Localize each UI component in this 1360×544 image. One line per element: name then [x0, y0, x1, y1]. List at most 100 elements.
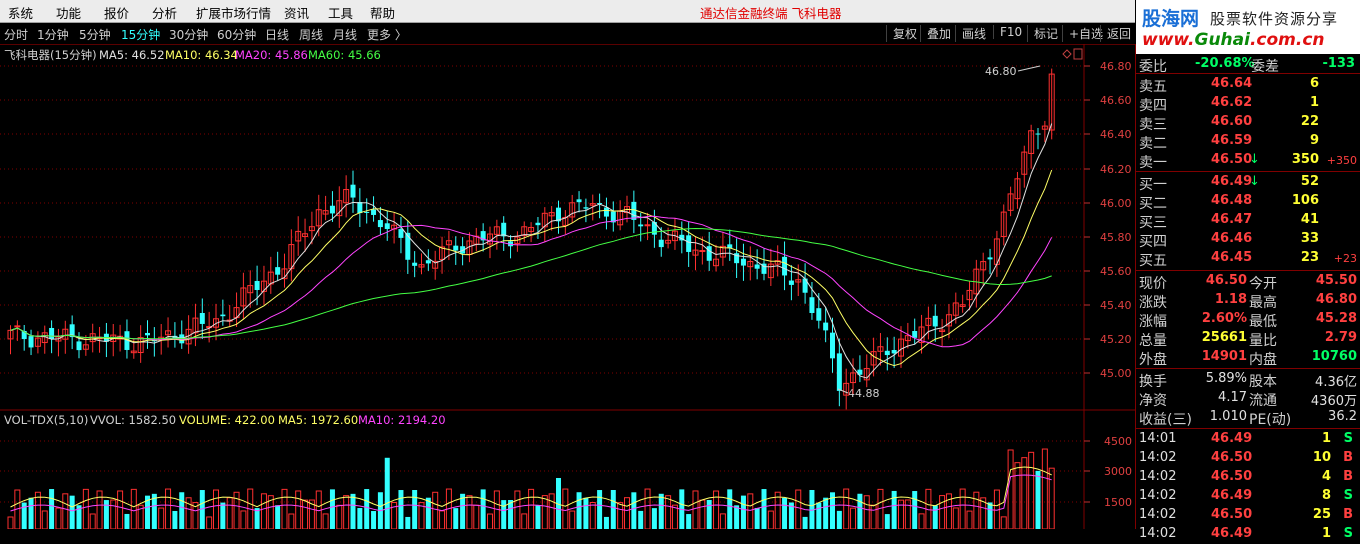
period-tab-1min[interactable]: 1分钟 [37, 26, 69, 43]
menu-system[interactable]: 系统 [8, 3, 33, 22]
stat-label: 股本 [1249, 374, 1277, 390]
price-tick: 45.60 [1100, 265, 1132, 278]
volume-bar [638, 510, 644, 529]
candle-body [788, 280, 794, 285]
separator [1136, 368, 1360, 369]
volume-bar [425, 497, 431, 529]
volume-bar [1000, 516, 1007, 529]
draw-button[interactable]: 画线 [955, 25, 986, 42]
price-tick: 46.80 [1100, 60, 1132, 73]
buy-level-row[interactable]: 买二 46.48 106 [1137, 192, 1359, 212]
volume-bar [528, 488, 535, 529]
sell-level-row[interactable]: 卖二 46.59 9 [1137, 132, 1359, 152]
f10-button[interactable]: F10 [993, 25, 1022, 39]
period-tab-30min[interactable]: 30分钟 [169, 26, 208, 43]
volume-bar [350, 493, 356, 529]
menu-function[interactable]: 功能 [56, 3, 81, 22]
volume-bar [535, 505, 541, 529]
stat-value: 2.79 [1324, 330, 1357, 345]
volume-bar [939, 495, 946, 529]
volume-bar [69, 495, 75, 529]
stat-value: 2.60% [1201, 311, 1247, 326]
menu-help[interactable]: 帮助 [370, 3, 395, 22]
period-tab-15min[interactable]: 15分钟 [121, 26, 160, 43]
volume-bar [220, 502, 226, 529]
menu-quote[interactable]: 报价 [104, 3, 129, 22]
menu-info[interactable]: 资讯 [284, 3, 309, 22]
candle-body [329, 205, 335, 214]
volume-bar [644, 488, 651, 529]
volume-bar [987, 502, 993, 529]
candle-body [816, 308, 822, 321]
sell-level-row[interactable]: 卖三 46.60 22 [1137, 113, 1359, 133]
sell-level-row[interactable]: 卖四 46.62 1 [1137, 94, 1359, 114]
adjust-button[interactable]: 复权 [886, 25, 917, 42]
candle-body [932, 315, 938, 327]
volume-bar [343, 495, 350, 529]
sell-level-volume: 9 [1309, 133, 1319, 148]
menu-tools[interactable]: 工具 [328, 3, 353, 22]
ma5-legend: MA5: 46.52 [99, 48, 165, 62]
menu-extended-market[interactable]: 扩展市场行情 [196, 3, 271, 22]
volume-bar [412, 490, 418, 529]
sell-level-label: 卖四 [1139, 98, 1167, 114]
volume-bar [583, 497, 589, 529]
quote-panel: 委比 -20.68% 委差 -133 卖五 46.64 6 卖四 46.62 1… [1135, 44, 1360, 541]
buy-level-row[interactable]: 买四 46.46 33 [1137, 230, 1359, 250]
buy-level-volume: 41 [1300, 212, 1319, 227]
mark-button[interactable]: 标记 [1027, 25, 1058, 42]
tick-row: 14:02 46.49 1 S [1137, 525, 1359, 544]
volume-axis: 4500 3000 1500 [1104, 435, 1132, 509]
volume-tick: 3000 [1104, 465, 1132, 478]
stat-value: 45.28 [1315, 311, 1357, 326]
buy-level-row[interactable]: 买一 46.49 ↓ 52 [1137, 173, 1359, 193]
stat-label: 内盘 [1249, 352, 1277, 368]
volume-bar [466, 495, 473, 529]
period-tab-weekly[interactable]: 周线 [299, 26, 323, 43]
separator [1136, 428, 1360, 429]
stat-value: 4.36亿 [1315, 375, 1357, 390]
period-tab-more[interactable]: 更多 〉 [367, 26, 407, 43]
add-watchlist-button[interactable]: +自选 [1062, 25, 1103, 42]
candle-body [49, 327, 55, 340]
tick-side: S [1343, 431, 1353, 446]
buy-level-label: 买二 [1139, 196, 1167, 212]
period-tab-60min[interactable]: 60分钟 [217, 26, 256, 43]
volume-bar [706, 499, 712, 529]
buy-level-price: 46.46 [1211, 231, 1253, 246]
price-tick: 45.20 [1100, 333, 1132, 346]
buy-level-row[interactable]: 买三 46.47 41 [1137, 211, 1359, 231]
candle-body [398, 229, 404, 238]
buy-level-row[interactable]: 买五 46.45 23 +23 [1137, 249, 1359, 269]
tick-volume: 4 [1321, 469, 1331, 484]
period-tab-daily[interactable]: 日线 [265, 26, 289, 43]
back-button[interactable]: 返回 [1100, 25, 1131, 42]
candle-body [254, 280, 260, 290]
price-tick: 46.00 [1100, 197, 1132, 210]
sell-level-row[interactable]: 卖五 46.64 6 [1137, 75, 1359, 95]
chart-area[interactable]: 飞科电器(15分钟) MA5: 46.52 MA10: 46.34 MA20: … [0, 44, 1135, 529]
tick-price: 46.50 [1211, 469, 1253, 484]
volume-bar [747, 493, 754, 529]
window-icon [1073, 48, 1083, 60]
stat-value: 36.2 [1328, 409, 1357, 424]
tick-side: B [1343, 507, 1353, 522]
period-tab-5min[interactable]: 5分钟 [79, 26, 111, 43]
down-arrow-icon: ↓ [1249, 174, 1260, 189]
volume-bar [1035, 470, 1041, 529]
tick-side: S [1343, 488, 1353, 503]
volume-bar [548, 493, 555, 529]
kline-chart[interactable]: 飞科电器(15分钟) MA5: 46.52 MA10: 46.34 MA20: … [0, 44, 1135, 529]
menu-analysis[interactable]: 分析 [152, 3, 177, 22]
sell-level-row[interactable]: 卖一 46.50 ↓ 350 +350 [1137, 151, 1359, 171]
stat-value: 45.50 [1315, 273, 1357, 288]
period-tab-monthly[interactable]: 月线 [333, 26, 357, 43]
candle-body [638, 224, 644, 227]
volume-bar [569, 510, 576, 529]
overlay-button[interactable]: 叠加 [920, 25, 951, 42]
volume-bar [932, 505, 938, 529]
period-tab-timeshare[interactable]: 分时 [4, 26, 28, 43]
tick-price: 46.49 [1211, 526, 1253, 541]
tick-side: S [1343, 526, 1353, 541]
stat-label: 最高 [1249, 295, 1277, 311]
